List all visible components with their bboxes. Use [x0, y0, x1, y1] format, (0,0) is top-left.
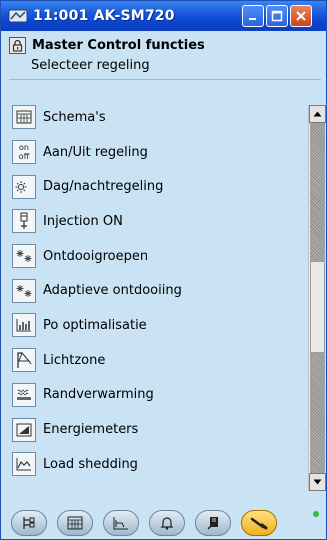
scroll-up-button[interactable] [309, 105, 326, 123]
rail-heat-icon [12, 382, 36, 407]
list-item-rail-heat[interactable]: Randverwarming [9, 378, 302, 413]
title-bar[interactable]: 11:001 AK-SM720 [1, 1, 326, 31]
list-item-label: Injection ON [43, 213, 123, 229]
lock-icon[interactable] [9, 36, 26, 54]
list-item-day-night[interactable]: Dag/nachtregeling [9, 169, 302, 204]
status-indicator [313, 511, 319, 517]
list-item-label: Energiemeters [43, 422, 139, 438]
list-item-label: Ontdooigroepen [43, 248, 149, 264]
list-item-label: Load shedding [43, 456, 138, 472]
day-night-icon [12, 174, 36, 199]
network-icon[interactable] [11, 510, 47, 536]
app-icon [7, 6, 29, 26]
list-item-label: Po optimalisatie [43, 317, 147, 333]
energy-meter-icon [12, 417, 36, 442]
light-zone-icon [12, 348, 36, 373]
list-item-injection[interactable]: Injection ON [9, 204, 302, 239]
minimize-button[interactable] [242, 5, 264, 27]
po-optimization-icon [12, 313, 36, 338]
list-item-schemas[interactable]: Schema's [9, 100, 302, 135]
on-off-icon: on off [12, 140, 36, 165]
grid-icon[interactable] [57, 510, 93, 536]
list-item-po-optimization[interactable]: Po optimalisatie [9, 308, 302, 343]
scroll-down-button[interactable] [309, 473, 326, 491]
window-title: 11:001 AK-SM720 [33, 8, 175, 24]
list-item-label: Aan/Uit regeling [43, 144, 148, 160]
app-window: 11:001 AK-SM720 Master Control functies … [0, 0, 327, 540]
page-subtitle: Selecteer regeling [31, 58, 150, 73]
notes-icon[interactable] [195, 510, 231, 536]
calendar-icon [12, 105, 36, 130]
list-item-label: Adaptieve ontdooiing [43, 283, 182, 299]
adaptive-defrost-icon [12, 278, 36, 303]
close-button[interactable] [290, 5, 312, 27]
maximize-button[interactable] [266, 5, 288, 27]
alarm-bell-icon[interactable] [149, 510, 185, 536]
list-item-light-zone[interactable]: Lichtzone [9, 343, 302, 378]
graph-icon[interactable] [103, 510, 139, 536]
list-item-on-off[interactable]: on off Aan/Uit regeling [9, 135, 302, 170]
control-list: Schema's on off Aan/Uit regeling Dag/nac… [9, 100, 302, 482]
page-title: Master Control functies [32, 37, 205, 53]
list-item-adaptive-defrost[interactable]: Adaptieve ontdooiing [9, 273, 302, 308]
list-item-load-shedding[interactable]: Load shedding [9, 447, 302, 482]
header: Master Control functies [9, 35, 321, 55]
defrost-groups-icon [12, 244, 36, 269]
list-item-label: Lichtzone [43, 352, 106, 368]
list-item-label: Dag/nachtregeling [43, 179, 164, 195]
icon-text-off: off [18, 152, 30, 162]
scroll-thumb[interactable] [310, 261, 325, 353]
list-item-label: Randverwarming [43, 387, 154, 403]
divider [9, 79, 321, 80]
injection-icon [12, 209, 36, 234]
bottom-toolbar [9, 504, 321, 538]
icon-text-on: on [19, 143, 29, 153]
wrench-icon[interactable] [241, 510, 277, 536]
list-item-defrost-groups[interactable]: Ontdooigroepen [9, 239, 302, 274]
list-item-label: Schema's [43, 109, 106, 125]
list-item-energy-meters[interactable]: Energiemeters [9, 412, 302, 447]
vertical-scrollbar[interactable] [308, 105, 326, 491]
load-shedding-icon [12, 452, 36, 477]
